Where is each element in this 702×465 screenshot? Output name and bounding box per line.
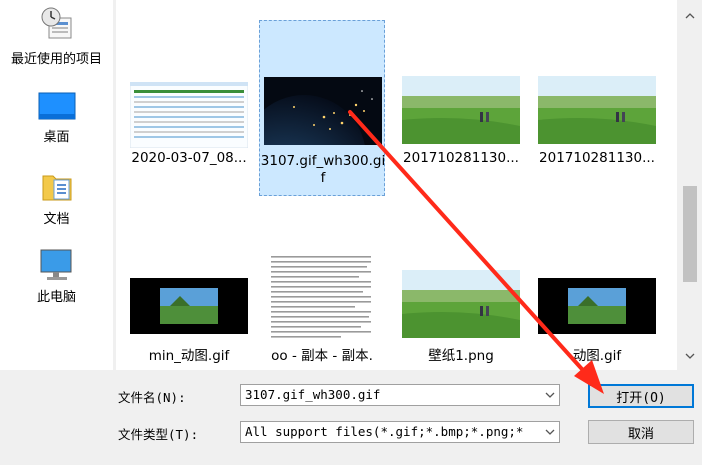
text-document-thumbnail — [267, 252, 377, 342]
landscape-dark-thumbnail — [130, 278, 248, 334]
place-recent[interactable]: 最近使用的项目 — [0, 6, 113, 67]
place-label: 此电脑 — [36, 290, 76, 305]
file-thumbnail — [259, 252, 385, 342]
file-item[interactable]: 壁纸1.png — [398, 244, 524, 370]
vertical-scrollbar[interactable] — [678, 0, 702, 370]
place-label: 最近使用的项目 — [10, 52, 102, 67]
file-name: 3107.gif_wh300.gif — [260, 153, 386, 186]
cancel-button[interactable]: 取消 — [588, 420, 694, 444]
green-field-thumbnail — [538, 76, 656, 144]
desktop-icon — [38, 92, 75, 120]
file-name: oo - 副本 - 副本. — [271, 348, 373, 364]
file-thumbnail — [126, 82, 252, 148]
green-field-thumbnail — [402, 270, 520, 338]
open-button[interactable]: 打开(O) — [588, 384, 694, 408]
place-this-pc[interactable]: 此电脑 — [0, 248, 113, 305]
landscape-dark-thumbnail — [538, 278, 656, 334]
file-item-selected[interactable]: 3107.gif_wh300.gif — [259, 20, 385, 196]
file-name: min_动图.gif — [148, 348, 230, 364]
filename-label: 文件名(N): — [118, 390, 186, 405]
file-thumbnail — [398, 76, 524, 144]
file-name: 壁纸1.png — [428, 348, 494, 364]
filetype-label: 文件类型(T): — [118, 427, 199, 442]
file-name: 201710281130... — [539, 150, 655, 166]
file-item[interactable]: 2020-03-07_08... — [126, 20, 252, 196]
green-field-thumbnail — [402, 76, 520, 144]
file-thumbnail — [534, 278, 660, 334]
scroll-thumb[interactable] — [683, 186, 697, 282]
webpage-screenshot-thumbnail — [130, 82, 248, 148]
place-label: 文档 — [43, 212, 70, 227]
scroll-down-icon[interactable] — [678, 344, 702, 368]
places-pane: 最近使用的项目 桌面 文档 此电脑 — [0, 0, 113, 370]
chevron-down-icon[interactable] — [541, 385, 559, 405]
file-thumbnail — [260, 77, 386, 145]
file-name: 201710281130... — [403, 150, 519, 166]
filetype-value: All support files(*.gif;*.bmp;*.png;* — [245, 424, 524, 439]
file-thumbnail — [398, 270, 524, 338]
chevron-down-icon[interactable] — [541, 422, 559, 442]
file-name: 2020-03-07_08... — [131, 150, 247, 166]
filename-combobox[interactable]: 3107.gif_wh300.gif — [240, 384, 560, 406]
file-list-view: 2020-03-07_08... 3107.gif_wh300.gif 2017… — [116, 0, 677, 370]
place-label: 桌面 — [43, 130, 70, 145]
this-pc-icon — [40, 249, 71, 280]
file-item[interactable]: oo - 副本 - 副本. — [259, 244, 385, 370]
place-desktop[interactable]: 桌面 — [0, 92, 113, 145]
file-item[interactable]: min_动图.gif — [126, 244, 252, 370]
recent-items-icon — [41, 7, 71, 39]
place-documents[interactable]: 文档 — [0, 170, 113, 227]
scroll-up-icon[interactable] — [678, 4, 702, 28]
file-thumbnail — [126, 278, 252, 334]
file-name: 动图.gif — [572, 348, 622, 364]
documents-icon — [42, 175, 71, 201]
file-item[interactable]: 201710281130... — [398, 20, 524, 196]
filetype-select[interactable]: All support files(*.gif;*.bmp;*.png;* — [240, 421, 560, 443]
file-item[interactable]: 动图.gif — [534, 244, 660, 370]
filename-input[interactable]: 3107.gif_wh300.gif — [245, 387, 380, 402]
file-item[interactable]: 201710281130... — [534, 20, 660, 196]
file-thumbnail — [534, 76, 660, 144]
earth-night-thumbnail — [264, 77, 382, 145]
